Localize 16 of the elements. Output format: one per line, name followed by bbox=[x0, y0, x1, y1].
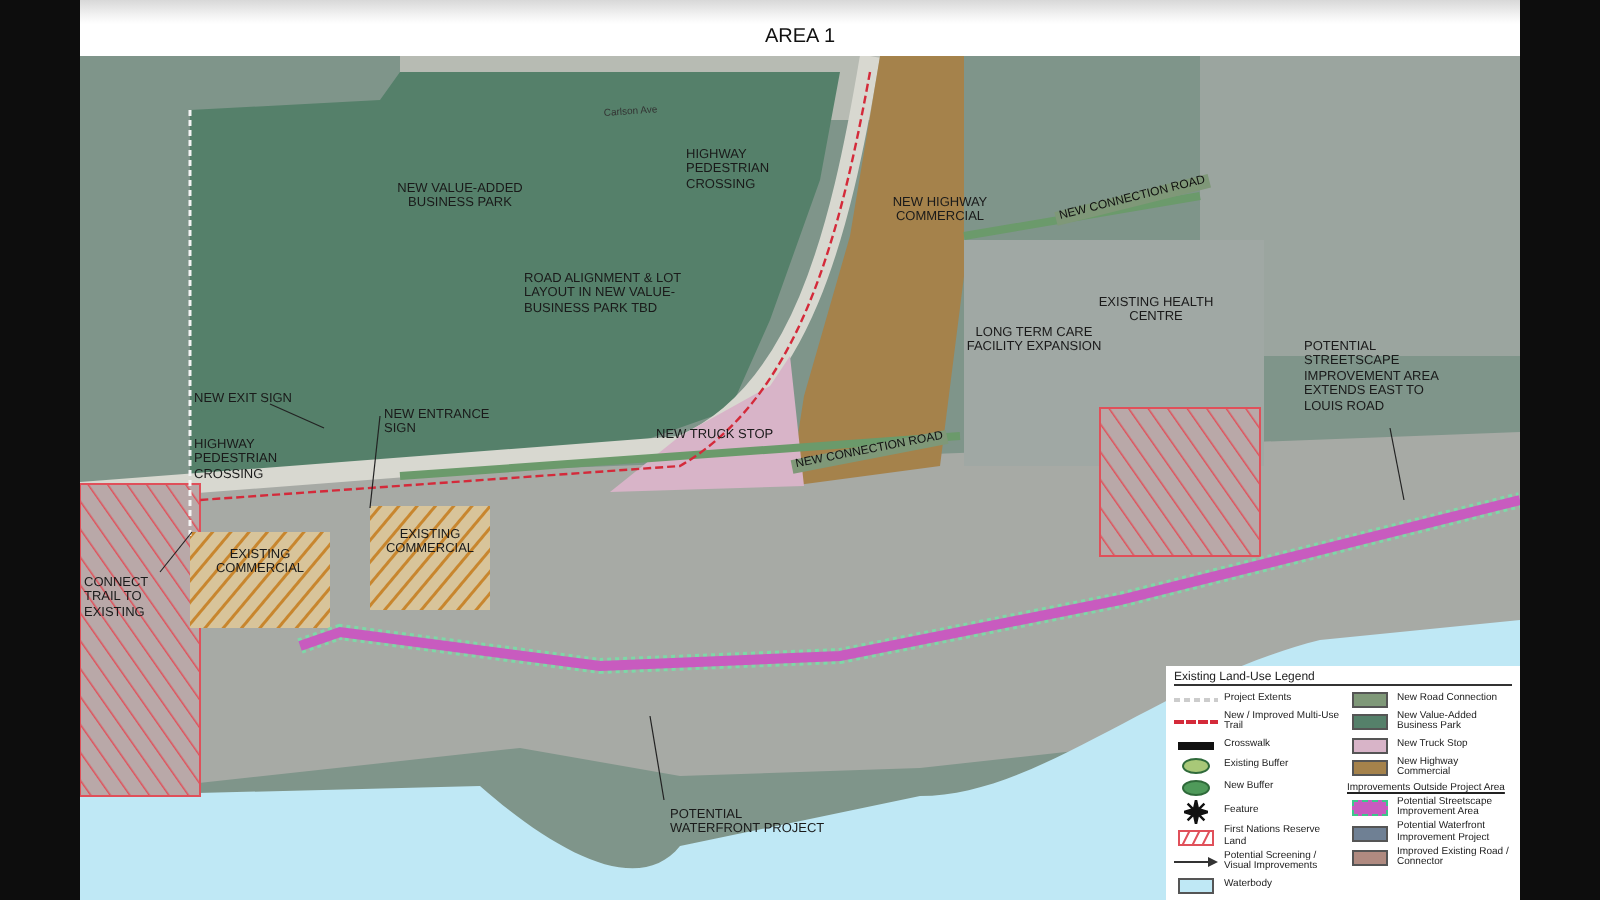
arrow-line-icon bbox=[1174, 854, 1218, 870]
legend-swatch bbox=[1351, 714, 1387, 730]
buffer-icon bbox=[1182, 779, 1210, 795]
legend-swatch bbox=[1351, 800, 1387, 816]
star-burst-icon bbox=[1184, 799, 1208, 823]
legend-swatch bbox=[1351, 825, 1387, 841]
legend-swatch bbox=[1351, 737, 1387, 753]
dashed-line-icon bbox=[1174, 714, 1218, 730]
hatch-icon bbox=[1178, 829, 1214, 845]
legend-swatch bbox=[1351, 691, 1387, 707]
legend-swatch bbox=[1351, 760, 1387, 776]
legend-swatch bbox=[1178, 877, 1214, 893]
page-title: AREA 1 bbox=[764, 26, 836, 48]
legend-swatch bbox=[1351, 850, 1387, 866]
buffer-icon bbox=[1182, 758, 1210, 774]
crosswalk-icon bbox=[1178, 741, 1214, 749]
